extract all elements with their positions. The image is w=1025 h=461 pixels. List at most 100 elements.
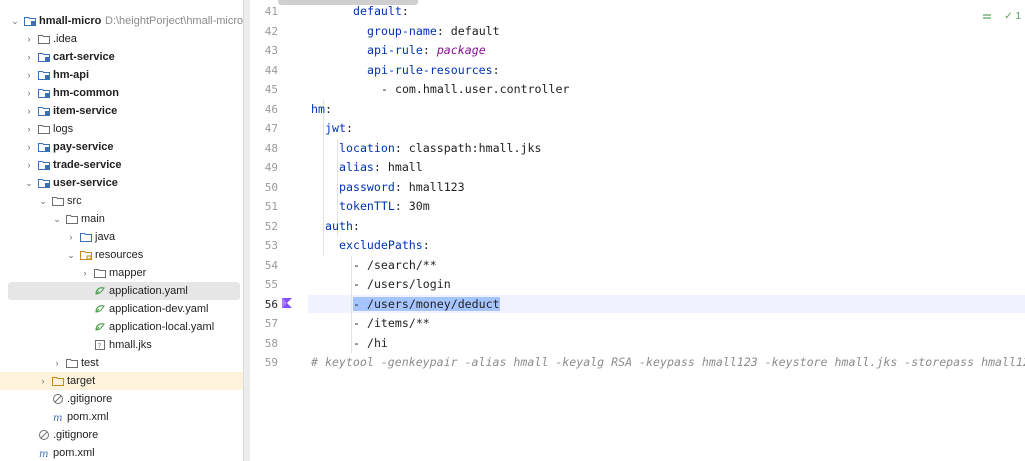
reader-mode-icon[interactable] [982,12,992,22]
tree-item[interactable]: application-dev.yaml [0,300,243,318]
tree-item[interactable]: › hm-common [0,84,243,102]
maven-file-icon: m [38,447,50,460]
chevron-right-icon[interactable]: › [24,34,34,44]
line-number: 54 [264,258,278,272]
code-line[interactable]: alias: hmall [339,158,423,177]
code-token: location [339,140,395,155]
tree-item[interactable]: › logs [0,120,243,138]
tree-item[interactable]: › target [0,372,243,390]
tree-item[interactable]: ⌄ user-service [0,174,243,192]
tree-item[interactable]: › mapper [0,264,243,282]
project-tree[interactable]: ⌄ hmall-micro D:\heightPorject\hmall-micro… [0,0,243,461]
chevron-right-icon[interactable]: › [24,70,34,80]
code-token: : hmall123 [394,179,465,194]
chevron-right-icon[interactable]: › [24,124,34,134]
source-folder-icon [80,231,92,243]
chevron-down-icon[interactable]: ⌄ [38,196,48,206]
chevron-right-icon[interactable]: › [24,88,34,98]
project-path: D:\heightPorject\hmall-micro [105,15,243,27]
chevron-down-icon[interactable]: ⌄ [10,16,20,26]
svg-text:m: m [53,413,62,423]
line-number: 58 [264,336,278,350]
tree-item[interactable]: .gitignore [0,390,243,408]
code-line[interactable]: - /search/** [353,256,437,275]
code-line[interactable]: auth: [325,217,360,236]
line-number: 41 [264,5,278,18]
panel-splitter[interactable] [243,0,250,461]
tree-item-label: logs [53,123,74,135]
tree-item-label: application-dev.yaml [109,303,209,315]
code-line[interactable]: hm: [311,100,332,119]
line-number: 42 [264,24,278,38]
code-token: - /users/login [353,277,451,291]
code-line[interactable]: - com.hmall.user.controller [381,80,569,99]
tree-item[interactable]: application.yaml [8,282,240,300]
tree-item[interactable]: ? hmall.jks [0,336,243,354]
chevron-down-icon[interactable]: ⌄ [24,178,34,188]
tree-item-label: trade-service [53,159,122,171]
tree-item[interactable]: .gitignore [0,426,243,444]
chevron-right-icon[interactable]: › [38,376,48,386]
tree-item[interactable]: › pay-service [0,138,243,156]
line-number: 50 [264,180,278,194]
maven-file-icon: m [52,411,64,424]
code-line[interactable]: - /hi [353,334,388,353]
svg-text:m: m [39,449,48,459]
chevron-right-icon[interactable]: › [24,106,34,116]
chevron-right-icon[interactable]: › [24,52,34,62]
code-line[interactable]: - /users/money/deduct [353,295,500,314]
module-folder-icon [38,51,50,63]
chevron-right-icon[interactable]: › [24,160,34,170]
code-line[interactable]: - /users/login [353,275,451,294]
tree-item[interactable]: › java [0,228,243,246]
tree-item[interactable]: application-local.yaml [0,318,243,336]
inspection-ok-icon: ✓ [1004,11,1013,22]
tree-item[interactable]: m pom.xml [0,444,243,461]
code-line[interactable]: # keytool -genkeypair -alias hmall -keya… [311,353,1025,372]
chevron-down-icon[interactable]: ⌄ [66,250,76,260]
tree-item[interactable]: m pom.xml [0,408,243,426]
inspection-status[interactable]: ✓ 1 [1004,11,1021,22]
code-token: : default [436,23,500,38]
code-token: password [339,179,395,194]
chevron-right-icon[interactable]: › [52,358,62,368]
tree-item[interactable]: ⌄ src [0,192,243,210]
tree-item[interactable]: › item-service [0,102,243,120]
code-token: - com.hmall.user.controller [381,82,570,96]
code-line[interactable]: group-name: default [367,22,500,41]
code-line[interactable]: excludePaths: [339,236,430,255]
folder-icon [52,195,64,207]
code-line[interactable]: password: hmall123 [339,178,465,197]
code-line[interactable]: - /items/** [353,314,430,333]
chevron-down-icon[interactable]: ⌄ [52,214,62,224]
yaml-file-icon [94,303,106,315]
chevron-right-icon[interactable]: › [80,268,90,278]
code-token: : [422,43,437,57]
code-line[interactable]: api-rule: package [367,41,486,60]
tree-item-label: cart-service [53,51,115,63]
folder-icon [38,33,50,45]
tree-item-label: user-service [53,177,118,189]
line-number: 59 [264,356,278,369]
line-number: 45 [264,83,278,96]
code-line[interactable]: location: classpath:hmall.jks [339,139,541,158]
code-line[interactable]: tokenTTL: 30m [339,197,430,216]
code-line[interactable]: jwt: [325,119,353,138]
tree-item[interactable]: ⌄ hmall-micro D:\heightPorject\hmall-micro [0,12,243,30]
code-line[interactable]: default: [353,2,409,21]
tree-item[interactable]: › test [0,354,243,372]
tree-item[interactable]: ⌄ main [0,210,243,228]
code-line[interactable]: api-rule-resources: [367,61,500,80]
tree-item[interactable]: ⌄ resources [0,246,243,264]
code-token: api-rule-resources [367,62,493,77]
line-number: 56 [264,297,278,311]
tree-item[interactable]: › hm-api [0,66,243,84]
tree-item[interactable]: › cart-service [0,48,243,66]
code-token: : [492,62,500,77]
chevron-right-icon[interactable]: › [66,232,76,242]
tree-item-label: pom.xml [53,447,95,459]
kotlin-gutter-icon[interactable] [281,297,293,309]
tree-item[interactable]: › .idea [0,30,243,48]
chevron-right-icon[interactable]: › [24,142,34,152]
tree-item[interactable]: › trade-service [0,156,243,174]
